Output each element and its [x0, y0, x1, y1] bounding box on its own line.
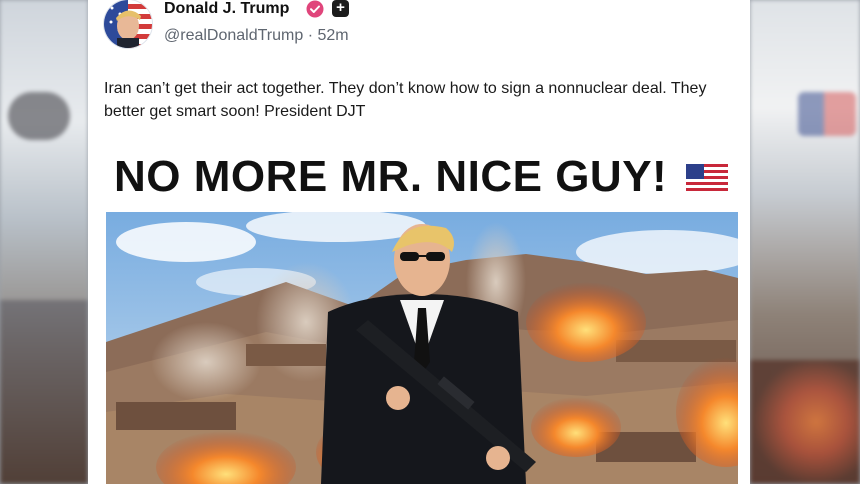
image-headline-text: NO MORE MR. NICE GUY!	[114, 152, 668, 201]
image-headline: NO MORE MR. NICE GUY!	[104, 152, 738, 202]
blurred-background-right	[750, 0, 860, 484]
us-flag-icon	[685, 164, 728, 195]
plus-badge-icon: +	[332, 0, 349, 17]
post-card: Donald J. Trump + @realDonaldTrump · 52m…	[88, 0, 750, 484]
avatar[interactable]	[104, 0, 152, 48]
blurred-background-left	[0, 0, 88, 484]
author-handle[interactable]: @realDonaldTrump	[164, 27, 303, 44]
handle-row: @realDonaldTrump · 52m	[164, 27, 349, 45]
separator: ·	[307, 27, 314, 44]
author-name[interactable]: Donald J. Trump	[164, 0, 289, 18]
post-timestamp[interactable]: 52m	[318, 27, 349, 44]
verified-badge-icon	[306, 0, 324, 18]
post-text: Iran can’t get their act together. They …	[104, 80, 707, 120]
post-image[interactable]: NO MORE MR. NICE GUY!	[104, 146, 738, 484]
photo-scene	[106, 212, 738, 484]
